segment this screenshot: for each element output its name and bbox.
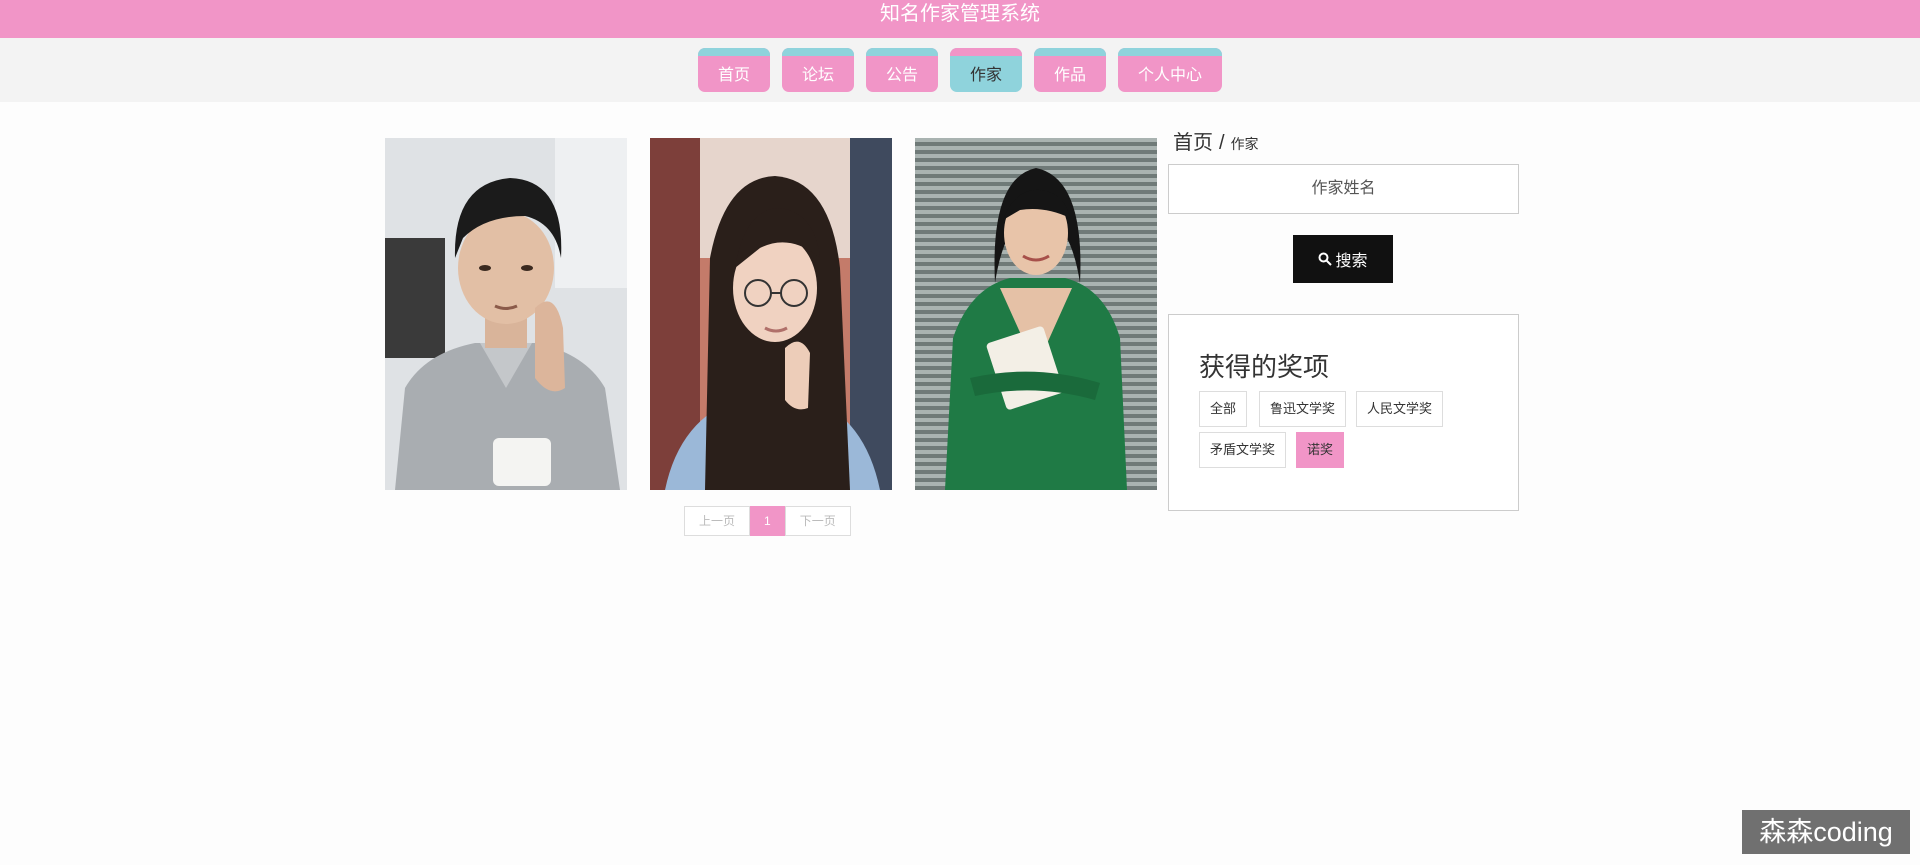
nav-item-label: 作家 (970, 67, 1003, 84)
nav-item-works[interactable]: 作品 (1034, 48, 1107, 92)
breadcrumb: 首页 / 作家 (1173, 126, 1259, 155)
nav-item-label: 论坛 (801, 67, 834, 84)
search-button-label: 搜索 (1335, 253, 1368, 270)
nav-item-label: 公告 (885, 67, 918, 84)
writer-photo-man-gray-shirt (385, 138, 627, 490)
awards-panel: 获得的奖项 全部 鲁迅文学奖 人民文学奖 矛盾文学奖 诺奖 (1168, 314, 1519, 511)
nav-item-profile[interactable]: 个人中心 (1118, 48, 1223, 92)
award-tag-lu-xun[interactable]: 鲁迅文学奖 (1259, 391, 1347, 427)
next-page-button[interactable]: 下一页 (784, 506, 851, 536)
search-button[interactable]: 搜索 (1293, 235, 1393, 283)
prev-page-button[interactable]: 上一页 (684, 506, 751, 536)
award-tag-nobel[interactable]: 诺奖 (1296, 432, 1345, 468)
nav-item-writers[interactable]: 作家 (950, 48, 1023, 92)
breadcrumb-separator: / (1219, 132, 1225, 154)
writer-photo-woman-glasses (650, 138, 892, 490)
award-tag-peoples-literature[interactable]: 人民文学奖 (1356, 391, 1444, 427)
nav-item-announcements[interactable]: 公告 (865, 48, 938, 92)
writer-card[interactable] (385, 138, 627, 490)
app-title: 知名作家管理系统 (880, 3, 1040, 25)
nav-item-label: 作品 (1054, 67, 1087, 84)
nav-item-label: 个人中心 (1138, 67, 1203, 84)
nav-item-label: 首页 (717, 67, 750, 84)
nav-item-forum[interactable]: 论坛 (781, 48, 854, 92)
writer-photo-woman-green-dress (915, 138, 1157, 490)
watermark: 森森coding (1742, 810, 1910, 854)
breadcrumb-current: 作家 (1230, 136, 1259, 152)
writer-name-search-input[interactable]: 作家姓名 (1168, 164, 1519, 214)
breadcrumb-home[interactable]: 首页 (1173, 126, 1213, 155)
title-bar: 知名作家管理系统 (0, 0, 1920, 38)
award-tag-all[interactable]: 全部 (1199, 391, 1248, 427)
awards-title: 获得的奖项 (1199, 352, 1330, 382)
writer-card[interactable] (650, 138, 892, 490)
nav-bar: 首页 论坛 公告 作家 作品 个人中心 (0, 38, 1920, 102)
pagination: 上一页 1 下一页 (684, 506, 851, 536)
search-icon (1318, 252, 1333, 266)
main-nav: 首页 论坛 公告 作家 作品 个人中心 (0, 48, 1920, 92)
writer-card[interactable] (915, 138, 1157, 490)
nav-item-home[interactable]: 首页 (697, 48, 770, 92)
page-number-1[interactable]: 1 (750, 506, 785, 536)
award-tag-mao-dun[interactable]: 矛盾文学奖 (1199, 432, 1287, 468)
